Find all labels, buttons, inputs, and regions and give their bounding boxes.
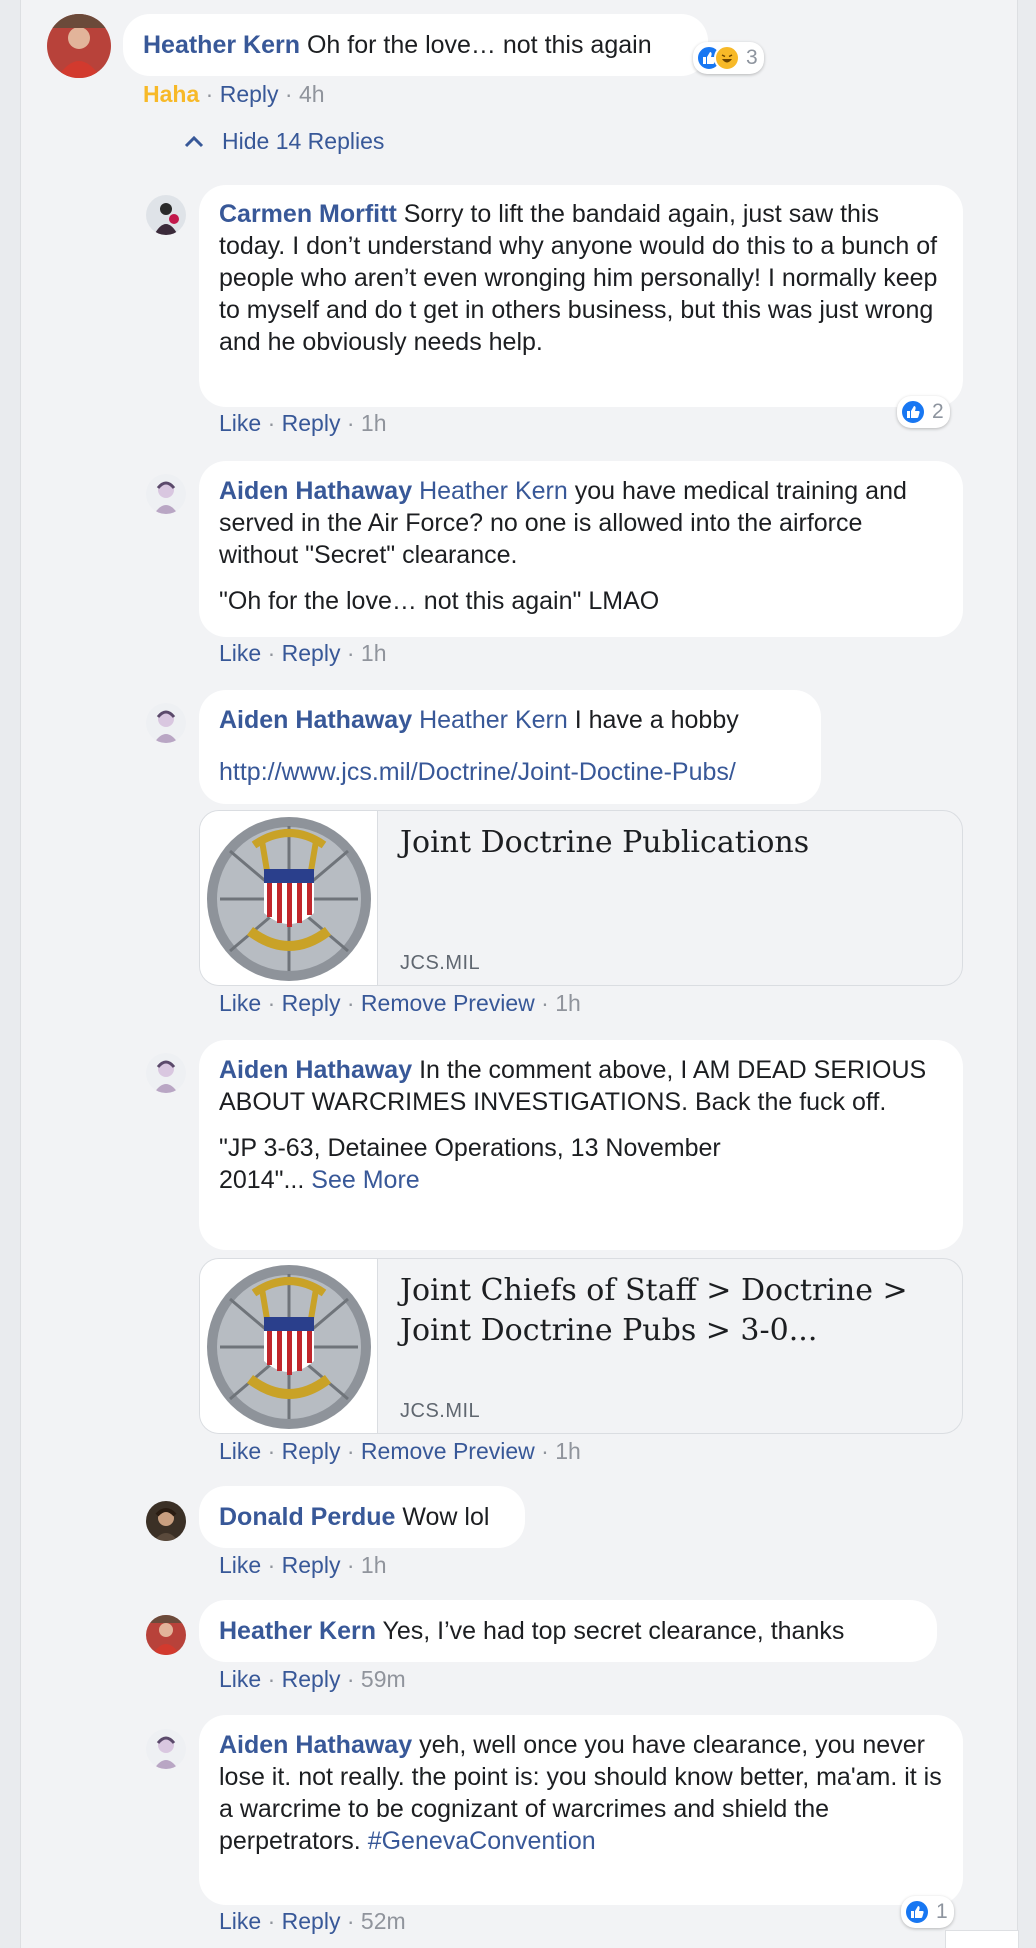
reaction-count: 3 [746,46,758,69]
reply-link[interactable]: Reply [282,1666,341,1692]
link-preview-domain: JCS.MIL [400,952,481,974]
comment-actions: Like · Reply · 1h [219,1552,387,1578]
link-preview-title[interactable]: Joint Doctrine Publications [400,823,932,863]
comment-text-excerpt: "JP 3-63, Detainee Operations, 13 Novemb… [219,1134,721,1194]
avatar-heather-kern[interactable] [47,14,111,78]
like-link[interactable]: Like [219,990,261,1016]
mention-link[interactable]: Heather Kern [419,477,568,505]
comment-author[interactable]: Aiden Hathaway [219,1731,412,1759]
avatar-carmen-morfitt[interactable] [146,195,186,235]
comment-bubble: Aiden Hathaway In the comment above, I A… [199,1040,963,1250]
comment-bubble: Carmen Morfitt Sorry to lift the bandaid… [199,185,963,407]
mention-link[interactable]: Heather Kern [419,706,568,734]
timestamp[interactable]: 4h [299,81,325,107]
comment-author[interactable]: Heather Kern [143,31,300,59]
hide-replies-toggle[interactable]: Hide 14 Replies [184,128,384,155]
comment-text-quote: "Oh for the love… not this again" LMAO [219,587,660,615]
like-link[interactable]: Like [219,640,261,666]
comment-author[interactable]: Donald Perdue [219,1503,395,1531]
like-link[interactable]: Like [219,1908,261,1934]
comment-bubble: Aiden Hathaway Heather Kern I have a hob… [199,690,821,804]
shared-url-link[interactable]: http://www.jcs.mil/Doctrine/Joint-Doctin… [219,756,801,788]
avatar-aiden-hathaway[interactable] [146,703,186,743]
timestamp[interactable]: 52m [361,1908,406,1934]
timestamp[interactable]: 1h [555,1438,581,1464]
avatar-donald-perdue[interactable] [146,1501,186,1541]
link-preview-card[interactable]: Joint Doctrine Publications JCS.MIL [199,810,963,986]
avatar-aiden-hathaway[interactable] [146,474,186,514]
like-link[interactable]: Like [219,1552,261,1578]
haha-reaction-label[interactable]: Haha [143,81,199,107]
comment-author[interactable]: Heather Kern [219,1617,376,1645]
comment-actions: Like · Reply · 1h [219,640,387,666]
timestamp[interactable]: 1h [361,640,387,666]
timestamp[interactable]: 59m [361,1666,406,1692]
hide-replies-label: Hide 14 Replies [222,128,385,154]
see-more-link[interactable]: See More [311,1166,419,1194]
reaction-summary[interactable]: 2 [897,396,950,428]
like-reaction-icon [904,1899,930,1925]
comment-actions: Haha · Reply · 4h [143,81,325,107]
timestamp[interactable]: 1h [361,1552,387,1578]
hashtag-link[interactable]: #GenevaConvention [368,1827,596,1855]
reply-link[interactable]: Reply [220,81,279,107]
comment-author[interactable]: Aiden Hathaway [219,706,412,734]
reaction-summary[interactable]: 3 [693,42,764,74]
comment-text: I have a hobby [574,706,739,734]
avatar-aiden-hathaway[interactable] [146,1053,186,1093]
bottom-right-panel-edge [945,1930,1019,1948]
like-link[interactable]: Like [219,410,261,436]
avatar-aiden-hathaway[interactable] [146,1729,186,1769]
avatar-heather-kern[interactable] [146,1615,186,1655]
comment-bubble: Aiden Hathaway yeh, well once you have c… [199,1715,963,1905]
comment-author[interactable]: Aiden Hathaway [219,1056,412,1084]
comments-panel: Heather Kern Oh for the love… not this a… [20,0,1019,1948]
timestamp[interactable]: 1h [361,410,387,436]
like-link[interactable]: Like [219,1666,261,1692]
jcs-seal-logo [200,811,378,985]
haha-reaction-icon [714,45,740,71]
reaction-count: 1 [936,1900,948,1923]
comment-actions: Like · Reply · 52m [219,1908,406,1934]
comment-text: Wow lol [402,1503,490,1531]
link-preview-domain: JCS.MIL [400,1400,481,1422]
comment-actions: Like · Reply · 59m [219,1666,406,1692]
timestamp[interactable]: 1h [555,990,581,1016]
reaction-summary[interactable]: 1 [901,1896,954,1928]
comment-actions: Like · Reply · Remove Preview · 1h [219,1438,581,1464]
comment-bubble: Donald Perdue Wow lol [199,1486,525,1548]
reply-link[interactable]: Reply [282,1908,341,1934]
like-reaction-icon [900,399,926,425]
comment-bubble: Aiden Hathaway Heather Kern you have med… [199,461,963,637]
link-preview-title[interactable]: Joint Chiefs of Staff > Doctrine > Joint… [400,1271,932,1351]
comment-bubble: Heather Kern Oh for the love… not this a… [123,14,708,76]
remove-preview-link[interactable]: Remove Preview [361,1438,535,1464]
remove-preview-link[interactable]: Remove Preview [361,990,535,1016]
reply-link[interactable]: Reply [282,990,341,1016]
link-preview-card[interactable]: Joint Chiefs of Staff > Doctrine > Joint… [199,1258,963,1434]
comment-actions: Like · Reply · Remove Preview · 1h [219,990,581,1016]
chevron-up-icon [184,135,204,148]
like-link[interactable]: Like [219,1438,261,1464]
comment-text: Oh for the love… not this again [306,31,652,59]
comment-author[interactable]: Aiden Hathaway [219,477,412,505]
reply-link[interactable]: Reply [282,1438,341,1464]
comment-bubble: Heather Kern Yes, I’ve had top secret cl… [199,1600,937,1662]
comment-author[interactable]: Carmen Morfitt [219,200,397,228]
reply-link[interactable]: Reply [282,410,341,436]
comment-actions: Like · Reply · 1h [219,410,387,436]
reply-link[interactable]: Reply [282,1552,341,1578]
reaction-count: 2 [932,400,944,423]
reply-link[interactable]: Reply [282,640,341,666]
jcs-seal-logo [200,1259,378,1433]
comment-text: Yes, I’ve had top secret clearance, than… [382,1617,845,1645]
